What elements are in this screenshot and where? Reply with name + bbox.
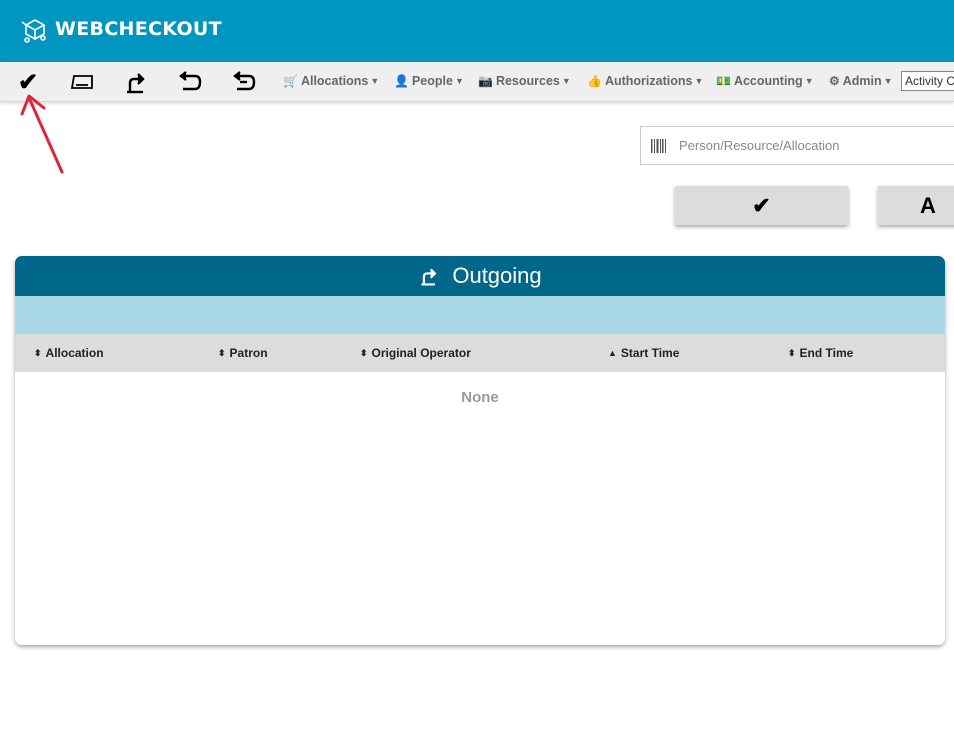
camera-icon: 📷 xyxy=(478,74,493,88)
cart-icon: 🛒 xyxy=(283,74,298,88)
sort-icon: ⬍ xyxy=(34,347,42,358)
menu-authorizations[interactable]: 👍 Authorizations ▼ xyxy=(587,74,703,88)
sort-icon: ⬍ xyxy=(360,347,368,358)
column-patron[interactable]: ⬍ Patron xyxy=(218,346,268,360)
menu-allocations[interactable]: 🛒 Allocations ▼ xyxy=(283,74,379,88)
column-end-time[interactable]: ⬍ End Time xyxy=(788,346,853,360)
search-input[interactable] xyxy=(677,137,954,154)
money-icon: 💵 xyxy=(716,74,731,88)
caret-down-icon: ▼ xyxy=(804,76,814,86)
menu-accounting-label: Accounting xyxy=(733,74,803,88)
undo-return-icon[interactable] xyxy=(228,68,260,96)
main-toolbar: ✔ 🛒 Allocations ▼ 👤 People ▼ 📷 Resources… xyxy=(0,62,954,102)
secondary-action-label: A xyxy=(920,192,936,218)
caret-down-icon: ▼ xyxy=(694,76,704,86)
barcode-icon xyxy=(651,138,666,153)
panel-header: Outgoing xyxy=(15,256,945,296)
sort-icon: ⬍ xyxy=(788,347,796,358)
confirm-button[interactable]: ✔ xyxy=(675,186,848,225)
menu-allocations-label: Allocations xyxy=(300,74,369,88)
outgoing-panel: Outgoing ⬍ Allocation ⬍ Patron ⬍ Origina… xyxy=(15,256,945,645)
column-start-time[interactable]: ▲ Start Time xyxy=(608,346,679,360)
menu-accounting[interactable]: 💵 Accounting ▼ xyxy=(716,74,814,88)
column-label: Start Time xyxy=(620,346,680,360)
menu-admin-label: Admin xyxy=(842,74,882,88)
column-original-operator[interactable]: ⬍ Original Operator xyxy=(360,346,471,360)
caret-down-icon: ▼ xyxy=(370,76,380,86)
app-logo[interactable]: WEBCHECKOUT xyxy=(20,14,222,44)
panel-title: Outgoing xyxy=(452,263,542,288)
menu-authorizations-label: Authorizations xyxy=(604,74,693,88)
menu-people-label: People xyxy=(411,74,453,88)
cart-logo-icon xyxy=(21,19,46,43)
checkout-icon[interactable] xyxy=(120,68,152,96)
return-icon[interactable] xyxy=(174,68,206,96)
column-allocation[interactable]: ⬍ Allocation xyxy=(34,346,104,360)
app-header: WEBCHECKOUT xyxy=(0,0,954,62)
search-box[interactable] xyxy=(640,126,954,165)
column-label: Allocation xyxy=(45,346,104,360)
column-label: Patron xyxy=(229,346,268,360)
caret-down-icon: ▼ xyxy=(883,76,893,86)
menu-people[interactable]: 👤 People ▼ xyxy=(394,74,464,88)
table-header: ⬍ Allocation ⬍ Patron ⬍ Original Operato… xyxy=(15,334,945,372)
empty-state-text: None xyxy=(461,389,499,406)
annotation-arrow-icon xyxy=(20,94,64,174)
caret-down-icon: ▼ xyxy=(561,76,571,86)
caret-down-icon: ▼ xyxy=(454,76,464,86)
gear-icon: ⚙ xyxy=(829,74,840,88)
sort-icon: ⬍ xyxy=(218,347,226,358)
menu-resources[interactable]: 📷 Resources ▼ xyxy=(478,74,571,88)
panel-subheader xyxy=(15,296,945,334)
person-icon: 👤 xyxy=(394,74,409,88)
secondary-action-button[interactable]: A xyxy=(878,186,954,225)
ticket-icon[interactable] xyxy=(66,68,98,96)
menu-admin[interactable]: ⚙ Admin ▼ xyxy=(829,74,893,88)
check-icon: ✔ xyxy=(752,192,771,218)
sort-up-icon: ▲ xyxy=(608,348,617,358)
thumbs-up-icon: 👍 xyxy=(587,74,602,88)
column-label: End Time xyxy=(799,346,854,360)
menu-resources-label: Resources xyxy=(495,74,560,88)
checkout-icon xyxy=(421,268,437,286)
app-name: WEBCHECKOUT xyxy=(55,18,222,40)
activity-input[interactable] xyxy=(901,71,954,91)
column-label: Original Operator xyxy=(371,346,471,360)
